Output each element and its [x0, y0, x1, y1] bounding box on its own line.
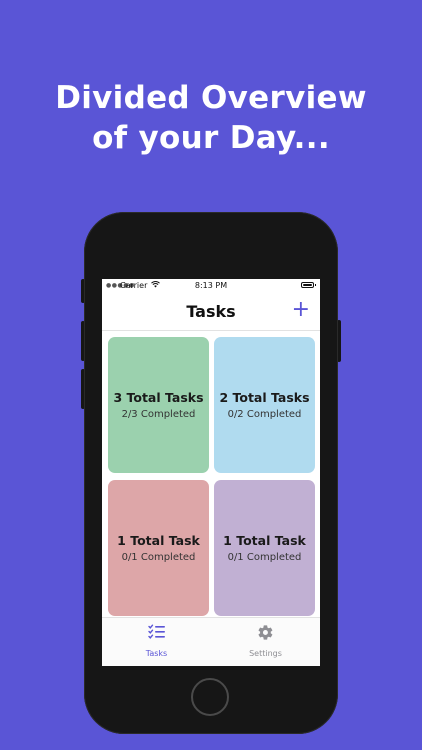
- card-subtitle: 2/3 Completed: [121, 409, 196, 420]
- headline-line-1: Divided Overview: [55, 80, 367, 116]
- task-card-2[interactable]: 2 Total Tasks 0/2 Completed: [214, 337, 315, 473]
- card-subtitle: 0/1 Completed: [121, 552, 196, 563]
- phone-screen: ●●●●● Carrier 8:13 PM Tasks + 3 Total Ta…: [102, 279, 320, 666]
- tab-tasks-label: Tasks: [145, 649, 168, 658]
- gear-icon: [211, 624, 320, 645]
- page-title: Tasks: [186, 302, 236, 321]
- headline: Divided Overview of your Day...: [0, 78, 422, 158]
- add-task-button[interactable]: +: [292, 298, 310, 322]
- card-title: 2 Total Tasks: [219, 390, 310, 405]
- navigation-bar: Tasks +: [102, 293, 320, 331]
- task-card-grid: 3 Total Tasks 2/3 Completed 2 Total Task…: [102, 331, 320, 617]
- home-button: [191, 678, 229, 716]
- tab-settings-label: Settings: [249, 649, 282, 658]
- card-title: 1 Total Task: [117, 533, 200, 548]
- card-subtitle: 0/2 Completed: [227, 409, 302, 420]
- card-title: 3 Total Tasks: [113, 390, 204, 405]
- headline-line-2: of your Day...: [92, 120, 330, 156]
- tab-bar: Tasks Settings: [102, 617, 320, 666]
- battery-icon: [301, 282, 316, 288]
- tab-settings[interactable]: Settings: [211, 618, 320, 666]
- status-bar: ●●●●● Carrier 8:13 PM: [102, 279, 320, 293]
- status-time: 8:13 PM: [194, 281, 228, 290]
- task-card-4[interactable]: 1 Total Task 0/1 Completed: [214, 480, 315, 616]
- task-card-3[interactable]: 1 Total Task 0/1 Completed: [108, 480, 209, 616]
- checklist-icon: [102, 624, 211, 644]
- card-title: 1 Total Task: [223, 533, 306, 548]
- card-subtitle: 0/1 Completed: [227, 552, 302, 563]
- task-card-1[interactable]: 3 Total Tasks 2/3 Completed: [108, 337, 209, 473]
- tab-tasks[interactable]: Tasks: [102, 618, 211, 666]
